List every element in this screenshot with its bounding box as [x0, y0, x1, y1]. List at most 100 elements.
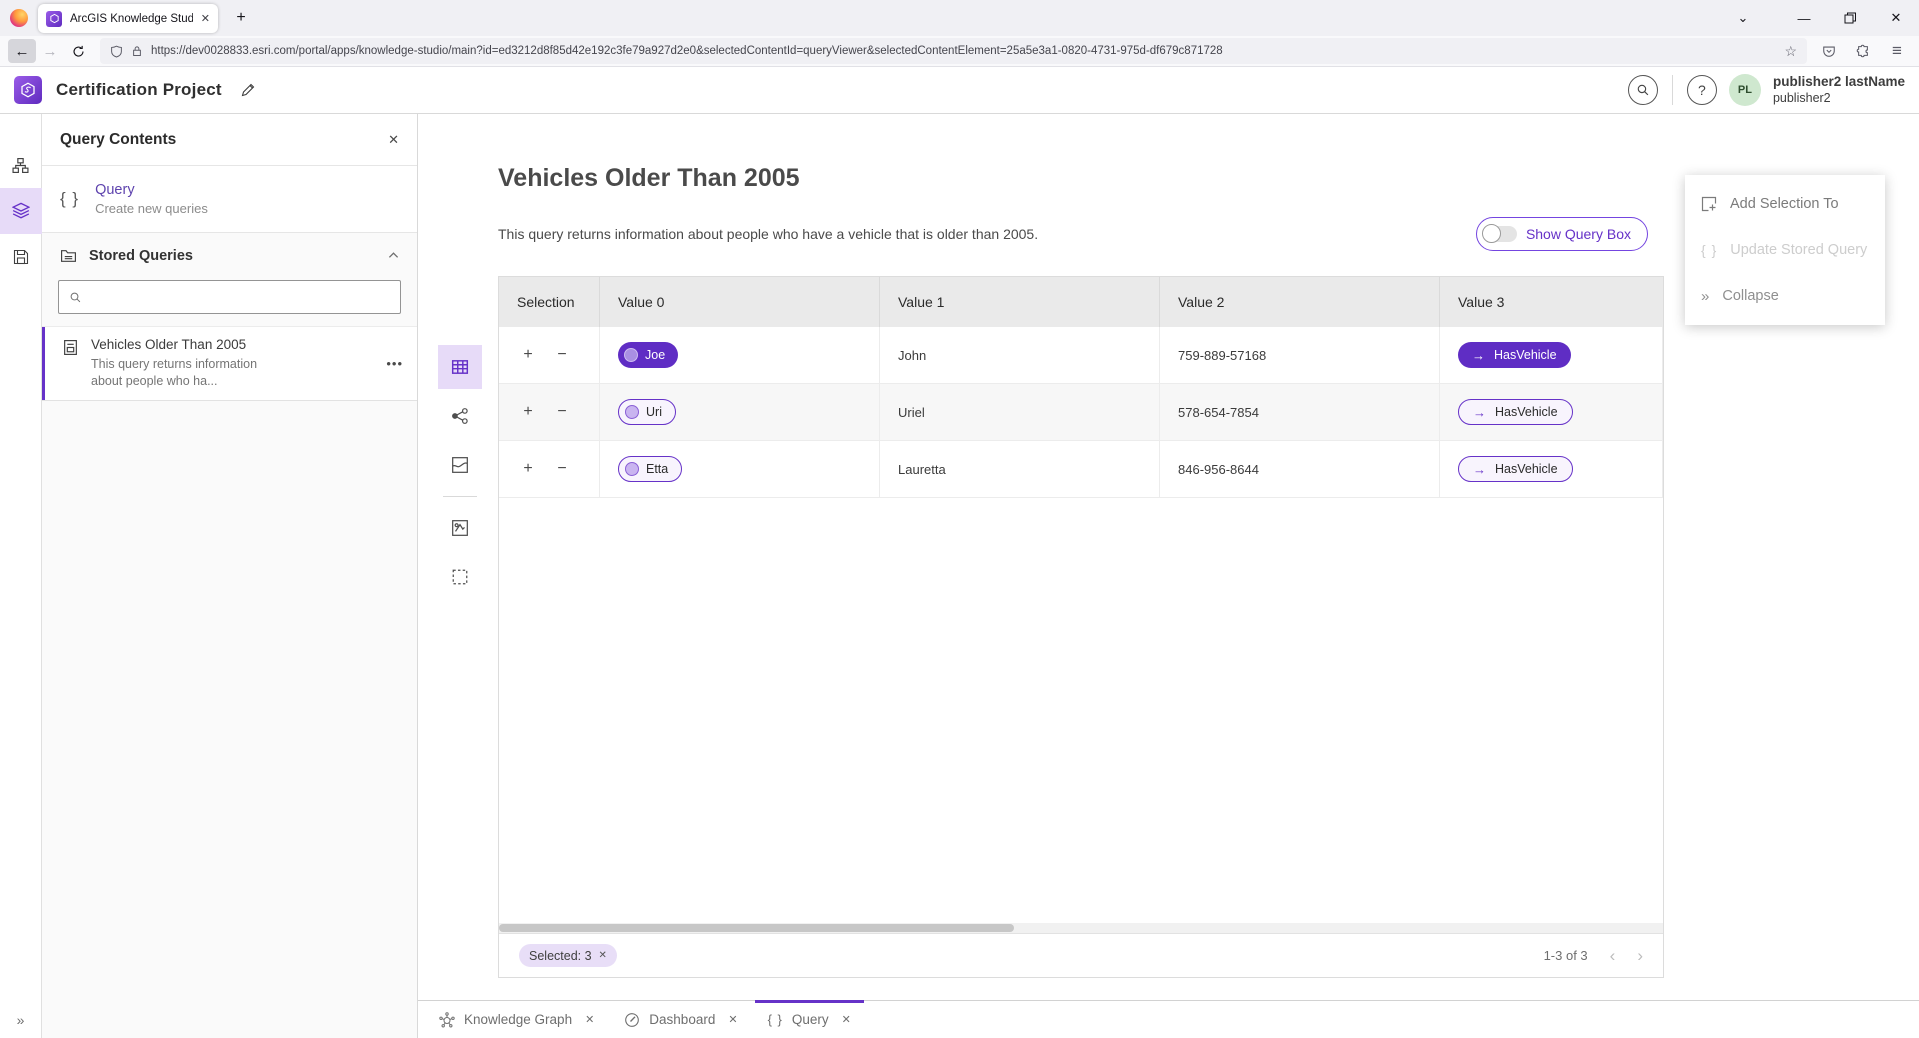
column-header-value1[interactable]: Value 1 [880, 277, 1160, 327]
project-title: Certification Project [56, 80, 222, 100]
next-page-icon[interactable]: › [1637, 947, 1643, 964]
stored-query-description: This query returns information about peo… [91, 356, 286, 390]
selected-count-chip[interactable]: Selected: 3 ✕ [519, 944, 617, 967]
url-text[interactable]: https://dev0028833.esri.com/portal/apps/… [151, 45, 1776, 57]
user-full-name: publisher2 lastName [1773, 74, 1905, 90]
stored-query-item[interactable]: Vehicles Older Than 2005 This query retu… [42, 326, 417, 401]
cell-value2[interactable]: 578-654-7854 [1160, 384, 1440, 440]
remove-from-selection-button[interactable]: − [555, 346, 569, 364]
browser-nav-bar: ← → https://dev0028833.esri.com/portal/a… [0, 36, 1919, 67]
window-close-button[interactable]: ✕ [1873, 0, 1919, 36]
tab-title: ArcGIS Knowledge Studio [70, 13, 193, 25]
firefox-logo-icon[interactable] [10, 9, 28, 27]
user-avatar[interactable]: PL [1729, 74, 1761, 106]
relationship-chip[interactable]: → HasVehicle [1458, 399, 1573, 425]
table-row[interactable]: + − Uri Uriel 578-654-7854 → HasVehicle [499, 384, 1663, 441]
selection-tool-icon[interactable] [438, 555, 482, 599]
left-rail: » [0, 114, 42, 1038]
search-input[interactable] [90, 290, 390, 305]
entity-chip[interactable]: Etta [618, 456, 682, 482]
cell-value1[interactable]: John [880, 327, 1160, 383]
tab-knowledge-graph[interactable]: Knowledge Graph ✕ [424, 1001, 609, 1038]
entity-chip[interactable]: Joe [618, 342, 678, 368]
arcgis-favicon-icon [46, 11, 62, 27]
clear-selection-icon[interactable]: ✕ [599, 950, 607, 961]
table-view-icon[interactable] [438, 345, 482, 389]
row-range-label: 1-3 of 3 [1544, 948, 1588, 963]
list-all-tabs-icon[interactable]: ⌄ [1723, 0, 1763, 36]
scrollbar-thumb[interactable] [499, 924, 1014, 932]
collapse-icon: » [1701, 288, 1709, 305]
table-row[interactable]: + − Etta Lauretta 846-956-8644 → HasVehi… [499, 441, 1663, 498]
menu-hamburger-icon[interactable]: ≡ [1883, 39, 1911, 63]
add-to-selection-button[interactable]: + [521, 460, 535, 478]
forward-button[interactable]: → [36, 39, 64, 63]
section-collapse-chevron-icon[interactable] [388, 250, 399, 261]
link-chart-view-icon[interactable] [438, 394, 482, 438]
column-header-selection[interactable]: Selection [499, 277, 600, 327]
remove-from-selection-button[interactable]: − [555, 403, 569, 421]
new-tab-button[interactable]: + [228, 6, 254, 30]
tab-close-icon[interactable]: ✕ [842, 1013, 851, 1026]
back-button[interactable]: ← [8, 39, 36, 63]
column-header-value2[interactable]: Value 2 [1160, 277, 1440, 327]
panel-close-icon[interactable]: ✕ [388, 132, 399, 148]
rail-expand-icon[interactable]: » [17, 1012, 25, 1028]
add-to-map-icon[interactable] [438, 506, 482, 550]
tab-dashboard[interactable]: Dashboard ✕ [609, 1001, 752, 1038]
help-icon[interactable]: ? [1687, 75, 1717, 105]
stored-queries-search[interactable] [58, 280, 401, 314]
page-title: Vehicles Older Than 2005 [498, 164, 800, 193]
column-header-value3[interactable]: Value 3 [1440, 277, 1663, 327]
pocket-icon[interactable] [1815, 39, 1843, 63]
cell-value1[interactable]: Uriel [880, 384, 1160, 440]
rail-save-icon[interactable] [0, 234, 42, 280]
rail-contents-layers-icon[interactable] [0, 188, 42, 234]
menu-item-collapse[interactable]: » Collapse [1685, 273, 1885, 319]
window-restore-button[interactable] [1827, 0, 1873, 36]
cell-value2[interactable]: 759-889-57168 [1160, 327, 1440, 383]
header-search-icon[interactable] [1628, 75, 1658, 105]
url-bar[interactable]: https://dev0028833.esri.com/portal/apps/… [100, 38, 1807, 64]
window-minimize-button[interactable]: — [1781, 0, 1827, 36]
app-header: Certification Project ? PL publisher2 la… [0, 67, 1919, 114]
tab-query[interactable]: { } Query ✕ [753, 1001, 866, 1038]
column-header-value0[interactable]: Value 0 [600, 277, 880, 327]
tab-close-icon[interactable]: ✕ [201, 12, 210, 25]
previous-page-icon[interactable]: ‹ [1610, 947, 1616, 964]
relationship-chip[interactable]: → HasVehicle [1458, 456, 1573, 482]
user-info[interactable]: publisher2 lastName publisher2 [1773, 74, 1905, 105]
cell-value1[interactable]: Lauretta [880, 441, 1160, 497]
show-query-box-toggle[interactable]: Show Query Box [1476, 217, 1648, 251]
extensions-puzzle-icon[interactable] [1849, 39, 1877, 63]
map-view-icon[interactable] [438, 443, 482, 487]
relationship-arrow-icon: → [1473, 462, 1486, 477]
stored-query-title: Vehicles Older Than 2005 [91, 337, 374, 352]
remove-from-selection-button[interactable]: − [555, 460, 569, 478]
menu-item-update-stored-query: { } Update Stored Query [1685, 227, 1885, 273]
lock-icon[interactable] [131, 45, 143, 57]
new-query-item[interactable]: { } Query Create new queries [42, 166, 417, 233]
stored-queries-label: Stored Queries [89, 248, 376, 264]
tab-close-icon[interactable]: ✕ [585, 1013, 594, 1026]
rail-data-model-icon[interactable] [0, 142, 42, 188]
bookmark-star-icon[interactable]: ☆ [1784, 43, 1797, 60]
entity-chip[interactable]: Uri [618, 399, 676, 425]
relationship-chip[interactable]: → HasVehicle [1458, 342, 1571, 368]
dashboard-gauge-icon [624, 1012, 640, 1028]
table-footer: Selected: 3 ✕ 1-3 of 3 ‹ › [499, 933, 1663, 977]
add-to-selection-button[interactable]: + [521, 403, 535, 421]
edit-title-pencil-icon[interactable] [240, 82, 256, 98]
tracking-shield-icon[interactable] [110, 45, 123, 58]
menu-item-add-selection-to[interactable]: Add Selection To [1685, 181, 1885, 227]
relationship-arrow-icon: → [1473, 405, 1486, 420]
cell-value2[interactable]: 846-956-8644 [1160, 441, 1440, 497]
horizontal-scrollbar[interactable] [499, 923, 1663, 933]
reload-button[interactable] [64, 39, 92, 63]
add-to-selection-button[interactable]: + [521, 346, 535, 364]
table-row[interactable]: + − Joe John 759-889-57168 → HasVehicle [499, 327, 1663, 384]
item-options-ellipsis-icon[interactable]: ••• [386, 356, 403, 371]
tab-close-icon[interactable]: ✕ [728, 1013, 737, 1026]
browser-tab[interactable]: ArcGIS Knowledge Studio ✕ [38, 4, 218, 33]
toggle-switch[interactable] [1483, 226, 1517, 242]
